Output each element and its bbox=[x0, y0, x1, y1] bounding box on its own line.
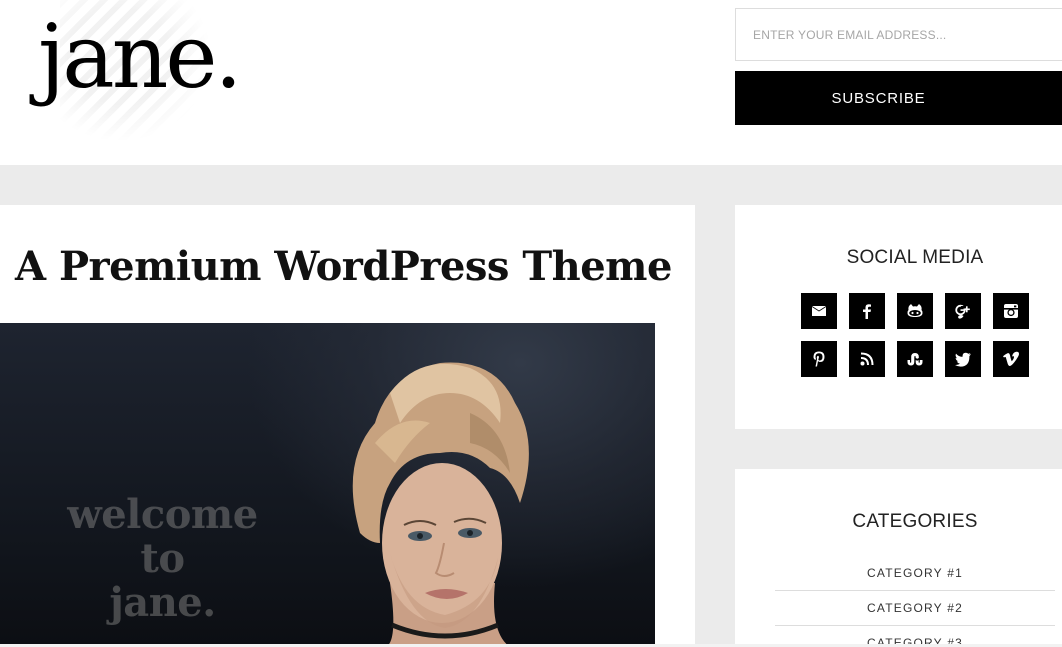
categories-widget: CATEGORIES CATEGORY #1 CATEGORY #2 CATEG… bbox=[735, 469, 1062, 647]
social-media-title: SOCIAL MEDIA bbox=[846, 247, 984, 268]
site-logo[interactable]: jane. bbox=[38, 2, 242, 112]
categories-title: CATEGORIES bbox=[852, 511, 978, 532]
hero-welcome-line-1: welcome to bbox=[67, 491, 258, 582]
social-media-widget: SOCIAL MEDIA bbox=[735, 205, 1062, 429]
stumbleupon-icon[interactable] bbox=[897, 341, 933, 377]
email-input[interactable] bbox=[735, 8, 1062, 61]
post-card: A Premium WordPress Theme welcome to jan… bbox=[0, 205, 695, 647]
email-icon[interactable] bbox=[801, 293, 837, 329]
google-plus-icon[interactable] bbox=[945, 293, 981, 329]
hero-image[interactable]: welcome to jane. bbox=[0, 323, 655, 647]
categories-list: CATEGORY #1 CATEGORY #2 CATEGORY #3 bbox=[775, 556, 1055, 647]
rss-icon[interactable] bbox=[849, 341, 885, 377]
pinterest-icon[interactable] bbox=[801, 341, 837, 377]
twitter-icon[interactable] bbox=[945, 341, 981, 377]
instagram-icon[interactable] bbox=[993, 293, 1029, 329]
site-header: jane. SUBSCRIBE bbox=[0, 0, 1062, 165]
facebook-icon[interactable] bbox=[849, 293, 885, 329]
portrait-illustration bbox=[352, 362, 529, 647]
hero-welcome-text: welcome to jane. bbox=[40, 493, 285, 625]
category-item[interactable]: CATEGORY #1 bbox=[775, 556, 1055, 591]
category-item[interactable]: CATEGORY #2 bbox=[775, 591, 1055, 626]
github-icon[interactable] bbox=[897, 293, 933, 329]
post-title[interactable]: A Premium WordPress Theme bbox=[15, 237, 672, 297]
vimeo-icon[interactable] bbox=[993, 341, 1029, 377]
hero-welcome-line-2: jane. bbox=[109, 579, 216, 626]
subscribe-button[interactable]: SUBSCRIBE bbox=[735, 71, 1062, 125]
